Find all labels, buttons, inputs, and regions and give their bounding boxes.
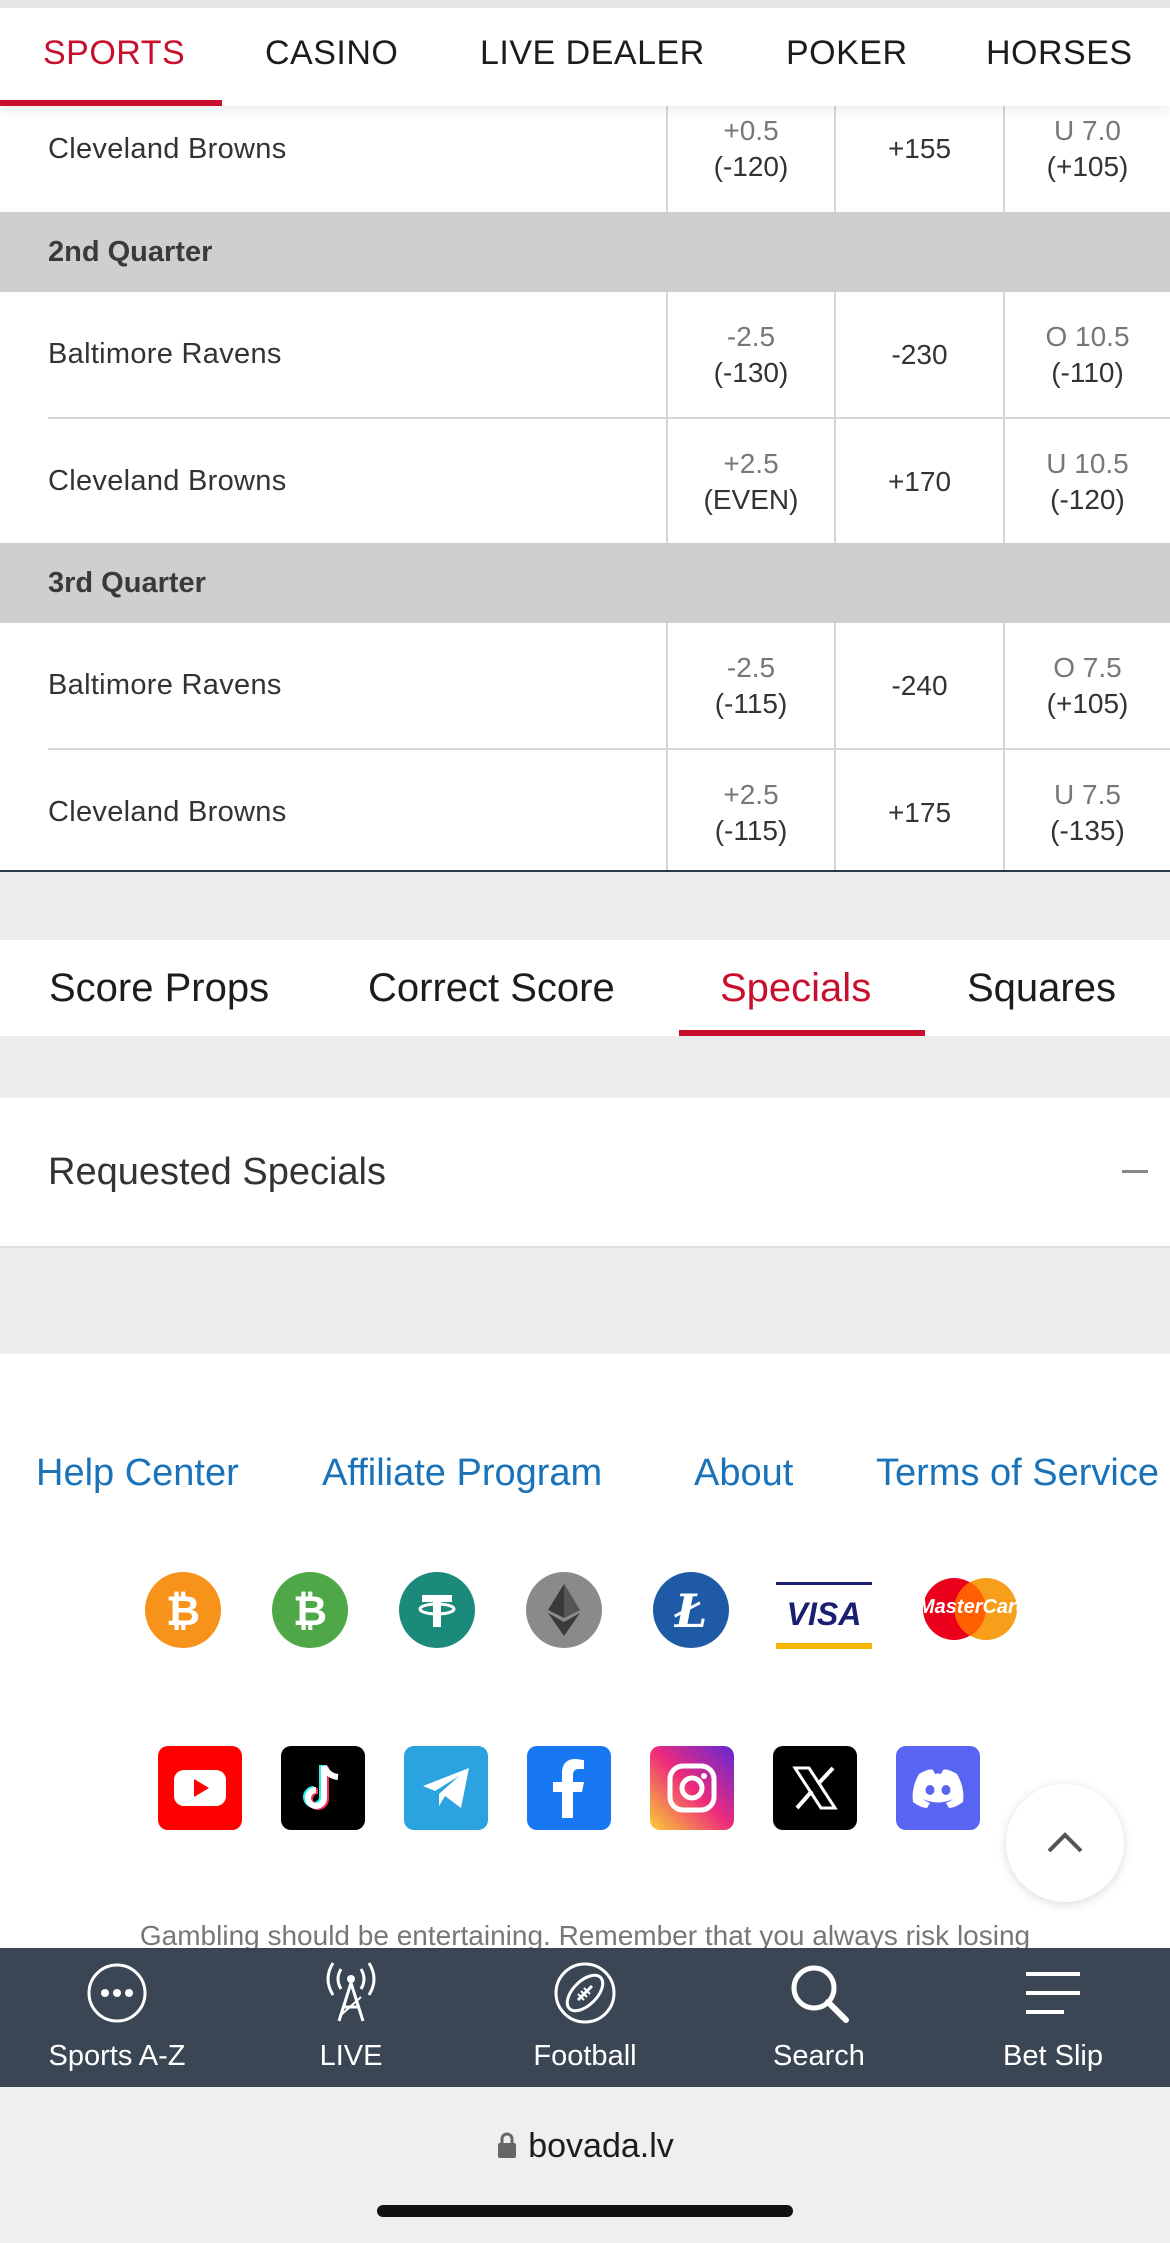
top-nav: SPORTS CASINO LIVE DEALER POKER HORSES: [0, 0, 1170, 106]
market-tabs: Score Props Correct Score Specials Squar…: [0, 940, 1170, 1036]
odds-row: Baltimore Ravens -2.5 (-115) -240 O 7.5 (+…: [0, 623, 1170, 748]
telegram-icon[interactable]: [404, 1746, 488, 1830]
team-name: Cleveland Browns: [48, 465, 287, 497]
menu-lines-icon: [936, 1960, 1170, 2026]
odds-row: Baltimore Ravens -2.5 (-130) -230 O 10.5(…: [0, 292, 1170, 417]
footer-link-terms-of-service[interactable]: Terms of Service: [876, 1452, 1159, 1495]
moneyline-cell[interactable]: +175: [836, 750, 1003, 875]
total-cell[interactable]: U 10.5 (-120): [1005, 419, 1170, 544]
section-header: 3rd Quarter: [0, 543, 1170, 623]
visa-icon: VISA: [776, 1582, 872, 1649]
nav-horses[interactable]: HORSES: [986, 34, 1133, 73]
bottom-nav-football[interactable]: Football: [468, 1948, 702, 2087]
youtube-icon[interactable]: [158, 1746, 242, 1830]
tab-specials[interactable]: Specials: [720, 940, 871, 1036]
home-indicator: [377, 2205, 793, 2217]
url-display: bovada.lv: [0, 2127, 1170, 2166]
moneyline-cell[interactable]: -230: [836, 292, 1003, 417]
total-cell[interactable]: U 7.5 (-135): [1005, 750, 1170, 875]
footer-link-about[interactable]: About: [694, 1452, 793, 1495]
nav-active-underline: [0, 100, 222, 106]
football-icon: [468, 1960, 702, 2026]
status-strip: [0, 0, 1170, 8]
team-name: Baltimore Ravens: [48, 338, 282, 370]
tether-icon: [399, 1572, 475, 1648]
tab-squares[interactable]: Squares: [967, 940, 1116, 1036]
spread-cell[interactable]: -2.5 (-115): [668, 623, 834, 748]
section-header: 2nd Quarter: [0, 212, 1170, 292]
svg-text:Ł: Ł: [674, 1585, 708, 1635]
instagram-icon[interactable]: [650, 1746, 734, 1830]
tab-correct-score[interactable]: Correct Score: [368, 940, 615, 1036]
litecoin-icon: Ł: [653, 1572, 729, 1648]
spread-cell[interactable]: +2.5 (EVEN): [668, 419, 834, 544]
moneyline-cell[interactable]: +170: [836, 419, 1003, 544]
chevron-up-icon: [1047, 1832, 1083, 1853]
more-dots-icon: [0, 1960, 234, 2026]
team-name: Baltimore Ravens: [48, 669, 282, 701]
nav-casino[interactable]: CASINO: [265, 34, 398, 73]
footer-link-help-center[interactable]: Help Center: [36, 1452, 239, 1495]
moneyline-cell[interactable]: -240: [836, 623, 1003, 748]
bottom-nav: Sports A-Z LIVE Football Search Bet Slip: [0, 1948, 1170, 2087]
bottom-nav-live[interactable]: LIVE: [234, 1948, 468, 2087]
ethereum-icon: [526, 1572, 602, 1648]
tab-score-props[interactable]: Score Props: [49, 940, 269, 1036]
footer-link-affiliate-program[interactable]: Affiliate Program: [322, 1452, 602, 1495]
bottom-nav-bet-slip[interactable]: Bet Slip: [936, 1948, 1170, 2087]
section-title: Requested Specials: [48, 1151, 386, 1193]
collapse-icon[interactable]: [1122, 1170, 1148, 1173]
total-cell[interactable]: O 10.5 (-110): [1005, 292, 1170, 417]
spread-cell[interactable]: -2.5 (-130): [668, 292, 834, 417]
mastercard-icon: MasterCard: [918, 1576, 1028, 1642]
spacer: [0, 1036, 1170, 1098]
spacer: [0, 872, 1170, 940]
tiktok-icon[interactable]: [281, 1746, 365, 1830]
spread-cell[interactable]: +2.5 (-115): [668, 750, 834, 875]
odds-row: Cleveland Browns +2.5 (EVEN) +170 U 10.5(…: [0, 419, 1170, 544]
bottom-nav-sports-a-z[interactable]: Sports A-Z: [0, 1948, 234, 2087]
requested-specials-header[interactable]: Requested Specials: [0, 1098, 1170, 1248]
bitcoin-icon: ₿: [145, 1572, 221, 1648]
nav-sports[interactable]: SPORTS: [43, 34, 185, 73]
back-to-top-button[interactable]: [1006, 1784, 1124, 1902]
browser-url-bar[interactable]: bovada.lv: [0, 2087, 1170, 2243]
lock-icon: [498, 2132, 517, 2158]
odds-row: Cleveland Browns +2.5 (-115) +175 U 7.5 (-…: [0, 750, 1170, 875]
svg-text:₿: ₿: [293, 1586, 327, 1635]
svg-text:₿: ₿: [166, 1586, 200, 1635]
broadcast-tower-icon: [234, 1960, 468, 2026]
spacer: [0, 1248, 1170, 1354]
search-icon: [702, 1960, 936, 2026]
facebook-icon[interactable]: [527, 1746, 611, 1830]
x-icon[interactable]: [773, 1746, 857, 1830]
discord-icon[interactable]: [896, 1746, 980, 1830]
nav-live-dealer[interactable]: LIVE DEALER: [480, 34, 705, 73]
bottom-nav-search[interactable]: Search: [702, 1948, 936, 2087]
team-name: Cleveland Browns: [48, 796, 287, 828]
nav-poker[interactable]: POKER: [786, 34, 908, 73]
total-cell[interactable]: O 7.5 (+105): [1005, 623, 1170, 748]
bitcoin-cash-icon: ₿: [272, 1572, 348, 1648]
